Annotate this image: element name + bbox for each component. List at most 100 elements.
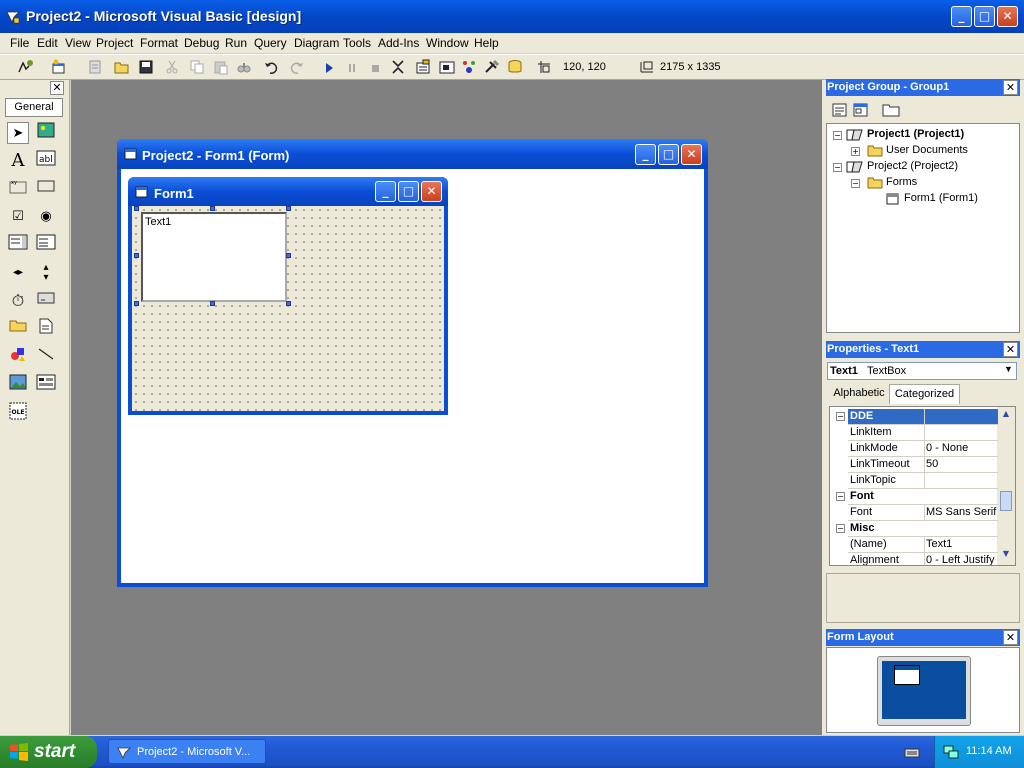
frame-tool-icon[interactable]: xy	[7, 178, 29, 200]
scroll-thumb[interactable]	[1000, 491, 1012, 511]
filelistbox-tool-icon[interactable]	[35, 318, 57, 340]
menu-window[interactable]: Window	[426, 36, 469, 50]
hscrollbar-tool-icon[interactable]: ◂▸	[7, 262, 29, 284]
tree-node-project1[interactable]: Project1 (Project1)	[867, 128, 964, 140]
property-scrollbar[interactable]: ▲ ▼	[997, 407, 1015, 565]
form-designer-title-bar[interactable]: Project2 - Form1 (Form) _ □ ✕	[117, 139, 708, 169]
form1-window[interactable]: Form1 _ □ ✕ Text1	[128, 177, 448, 415]
collapse-toggle[interactable]: −	[836, 492, 845, 501]
form1-minimize-button[interactable]: _	[375, 181, 396, 202]
designer-close-button[interactable]: ✕	[681, 144, 702, 165]
optionbutton-tool-icon[interactable]: ◉	[35, 206, 57, 228]
designer-maximize-button[interactable]: □	[658, 144, 679, 165]
checkbox-tool-icon[interactable]: ☑	[7, 206, 29, 228]
paste-icon[interactable]	[212, 58, 230, 76]
pointer-tool-icon[interactable]: ➤	[7, 122, 29, 144]
menu-query[interactable]: Query	[254, 36, 287, 50]
collapse-toggle[interactable]: −	[833, 163, 842, 172]
save-project-icon[interactable]	[137, 58, 155, 76]
tree-node-forms[interactable]: Forms	[886, 176, 917, 188]
form1-design-grid[interactable]: Text1	[132, 206, 444, 411]
combobox-tool-icon[interactable]	[7, 234, 29, 256]
collapse-toggle[interactable]: −	[833, 131, 842, 140]
project-explorer-icon[interactable]	[390, 58, 408, 76]
break-icon[interactable]	[343, 58, 361, 76]
taskbar-item-vb[interactable]: Project2 - Microsoft V...	[108, 739, 266, 764]
expand-toggle[interactable]: +	[851, 147, 860, 156]
property-category-dde[interactable]: DDE	[848, 409, 998, 425]
undo-icon[interactable]	[263, 58, 281, 76]
main-title-bar[interactable]: Project2 - Microsoft Visual Basic [desig…	[0, 0, 1024, 33]
image-tool-icon[interactable]	[7, 374, 29, 396]
minimize-button[interactable]: _	[951, 6, 972, 27]
text1-textbox[interactable]: Text1	[141, 212, 287, 302]
menu-help[interactable]: Help	[474, 36, 499, 50]
picturebox-tool-icon[interactable]	[35, 122, 57, 144]
redo-icon[interactable]	[287, 58, 305, 76]
close-button[interactable]: ✕	[997, 6, 1018, 27]
properties-close-button[interactable]: ✕	[1003, 342, 1018, 357]
chevron-down-icon[interactable]: ▼	[1001, 364, 1016, 378]
start-button[interactable]: start	[0, 736, 97, 768]
tab-categorized[interactable]: Categorized	[889, 384, 960, 404]
textbox-tool-icon[interactable]: abl	[35, 150, 57, 172]
scroll-up-icon[interactable]: ▲	[999, 409, 1013, 423]
menu-add-ins[interactable]: Add-Ins	[378, 36, 419, 50]
menu-tools[interactable]: Tools	[343, 36, 371, 50]
resize-handle[interactable]	[286, 301, 291, 306]
maximize-button[interactable]: □	[974, 6, 995, 27]
resize-handle[interactable]	[210, 206, 215, 211]
keyboard-icon[interactable]	[904, 744, 920, 760]
resize-handle[interactable]	[134, 301, 139, 306]
cut-icon[interactable]	[163, 58, 181, 76]
property-row-font[interactable]: Font MS Sans Serif	[848, 505, 998, 521]
menu-file[interactable]: File	[10, 36, 29, 50]
view-code-icon[interactable]	[831, 102, 849, 118]
resize-handle[interactable]	[286, 253, 291, 258]
view-object-icon[interactable]	[852, 102, 870, 118]
label-tool-icon[interactable]: A	[7, 150, 29, 172]
menu-project[interactable]: Project	[96, 36, 133, 50]
toolbox-tab-general[interactable]: General	[5, 98, 63, 117]
data-view-icon[interactable]	[506, 58, 524, 76]
tree-node-project2[interactable]: Project2 (Project2)	[867, 160, 958, 172]
menu-edit[interactable]: Edit	[37, 36, 58, 50]
property-category-font[interactable]: Font	[848, 489, 998, 505]
find-icon[interactable]	[235, 58, 253, 76]
timer-tool-icon[interactable]: ⏱	[7, 290, 29, 312]
copy-icon[interactable]	[188, 58, 206, 76]
property-row-linktopic[interactable]: LinkTopic	[848, 473, 998, 489]
form1-title-bar[interactable]: Form1 _ □ ✕	[128, 177, 448, 206]
properties-window-icon[interactable]	[414, 58, 432, 76]
collapse-toggle[interactable]: −	[836, 524, 845, 533]
add-project-icon[interactable]	[17, 58, 35, 76]
form-position-preview[interactable]	[894, 665, 920, 685]
collapse-toggle[interactable]: −	[851, 179, 860, 188]
menu-debug[interactable]: Debug	[184, 36, 219, 50]
object-browser-icon[interactable]	[460, 58, 478, 76]
commandbutton-tool-icon[interactable]	[35, 178, 57, 200]
data-tool-icon[interactable]	[35, 374, 57, 396]
drivelistbox-tool-icon[interactable]	[35, 290, 57, 312]
tab-alphabetic[interactable]: Alphabetic	[829, 384, 889, 404]
resize-handle[interactable]	[134, 206, 139, 211]
shape-tool-icon[interactable]	[7, 346, 29, 368]
form-layout-close-button[interactable]: ✕	[1003, 630, 1018, 645]
add-form-icon[interactable]	[50, 58, 68, 76]
collapse-toggle[interactable]: −	[836, 412, 845, 421]
vscrollbar-tool-icon[interactable]: ▴ ▾	[35, 262, 57, 284]
toolbox-close-button[interactable]: ✕	[50, 81, 64, 95]
property-row-name[interactable]: (Name) Text1	[848, 537, 998, 553]
property-category-misc[interactable]: Misc	[848, 521, 998, 537]
ole-tool-icon[interactable]: OLE	[7, 402, 29, 424]
property-row-alignment[interactable]: Alignment 0 - Left Justify	[848, 553, 998, 565]
resize-handle[interactable]	[286, 206, 291, 211]
network-icon[interactable]	[943, 744, 959, 760]
form1-close-button[interactable]: ✕	[421, 181, 442, 202]
menu-editor-icon[interactable]	[86, 58, 104, 76]
tree-node-user-documents[interactable]: User Documents	[886, 144, 968, 156]
form-layout-icon[interactable]	[438, 58, 456, 76]
scroll-down-icon[interactable]: ▼	[999, 549, 1013, 563]
menu-run[interactable]: Run	[225, 36, 247, 50]
resize-handle[interactable]	[210, 301, 215, 306]
